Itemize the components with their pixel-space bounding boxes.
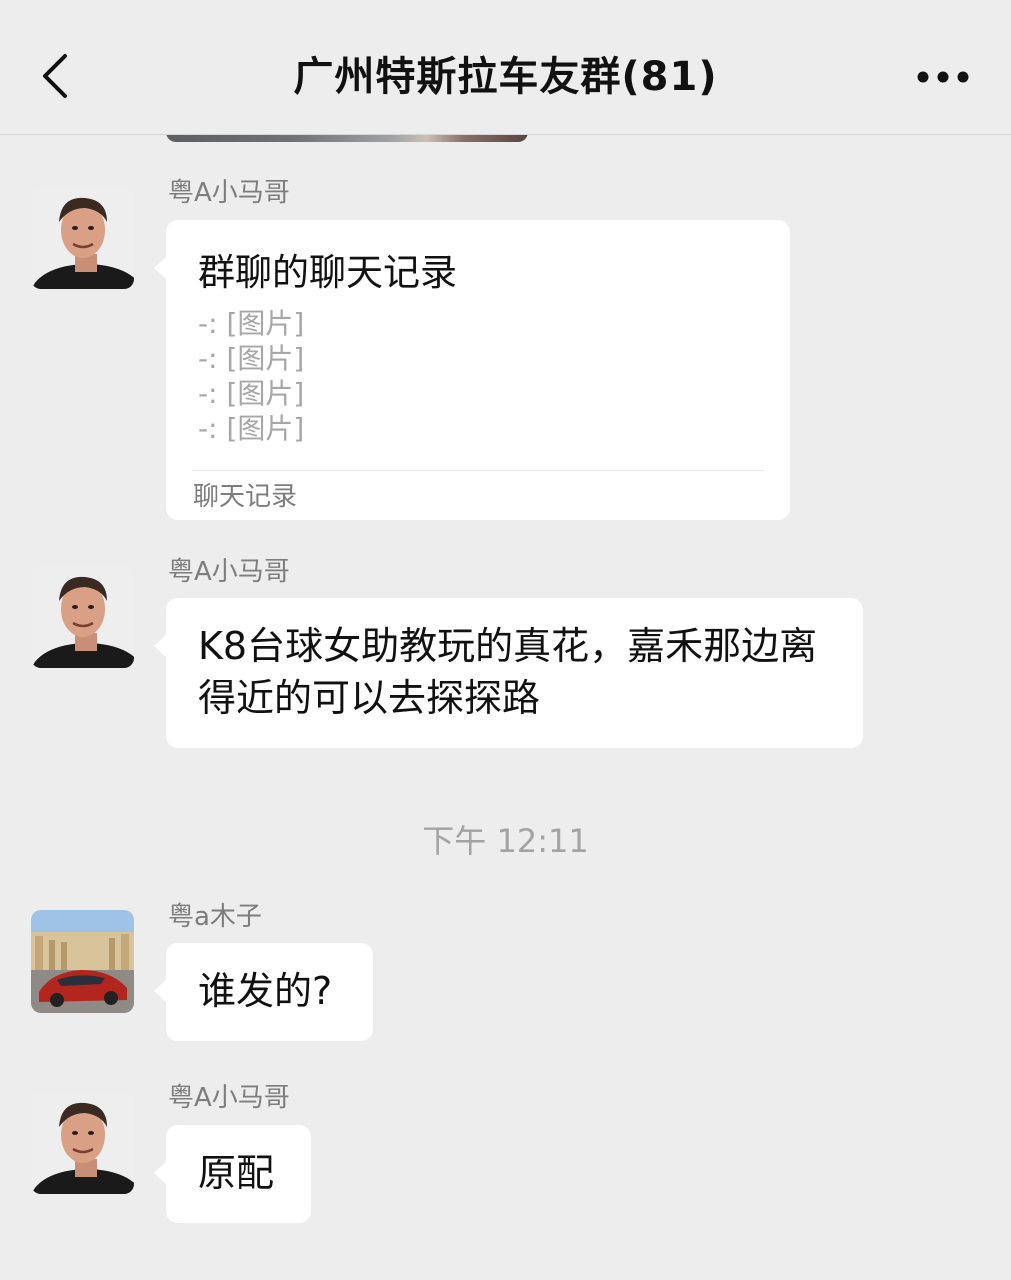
- sender-name: 粤A小马哥: [168, 1083, 290, 1113]
- message-bubble[interactable]: K8台球女助教玩的真花，嘉禾那边离得近的可以去探探路: [154, 598, 863, 748]
- message-bubble[interactable]: 原配: [154, 1125, 311, 1223]
- record-line: -: [图片]: [198, 377, 305, 410]
- record-divider: [192, 470, 764, 471]
- avatar[interactable]: [31, 1091, 134, 1194]
- more-horizontal-icon: [917, 71, 969, 83]
- avatar[interactable]: [31, 186, 134, 289]
- chat-record-card[interactable]: 群聊的聊天记录 -: [图片] -: [图片] -: [图片] -: [图片] …: [154, 220, 790, 520]
- record-line: -: [图片]: [198, 342, 305, 375]
- message-text: K8台球女助教玩的真花，嘉禾那边离得近的可以去探探路: [198, 624, 818, 720]
- sender-name: 粤A小马哥: [168, 178, 290, 208]
- chat-header: 广州特斯拉车友群(81): [0, 0, 1011, 135]
- message-bubble[interactable]: 谁发的?: [154, 943, 373, 1041]
- avatar[interactable]: [31, 565, 134, 668]
- chat-screen: 广州特斯拉车友群(81) 粤A小马哥 群聊的聊天记录 -: [图片] -: [图…: [0, 0, 1011, 1280]
- message-text: 原配: [198, 1151, 275, 1195]
- chat-title: 广州特斯拉车友群(81): [293, 54, 718, 100]
- record-title: 群聊的聊天记录: [198, 251, 457, 294]
- message-text: 谁发的?: [198, 969, 333, 1013]
- record-line: -: [图片]: [198, 307, 305, 340]
- sender-name: 粤A小马哥: [168, 557, 290, 587]
- record-line: -: [图片]: [198, 412, 305, 445]
- record-footer-label: 聊天记录: [193, 482, 298, 512]
- more-button[interactable]: [915, 62, 971, 92]
- record-preview: -: [图片] -: [图片] -: [图片] -: [图片]: [198, 306, 304, 446]
- avatar[interactable]: [31, 910, 134, 1013]
- timestamp: 下午 12:11: [422, 822, 589, 860]
- sender-name: 粤a木子: [168, 902, 262, 932]
